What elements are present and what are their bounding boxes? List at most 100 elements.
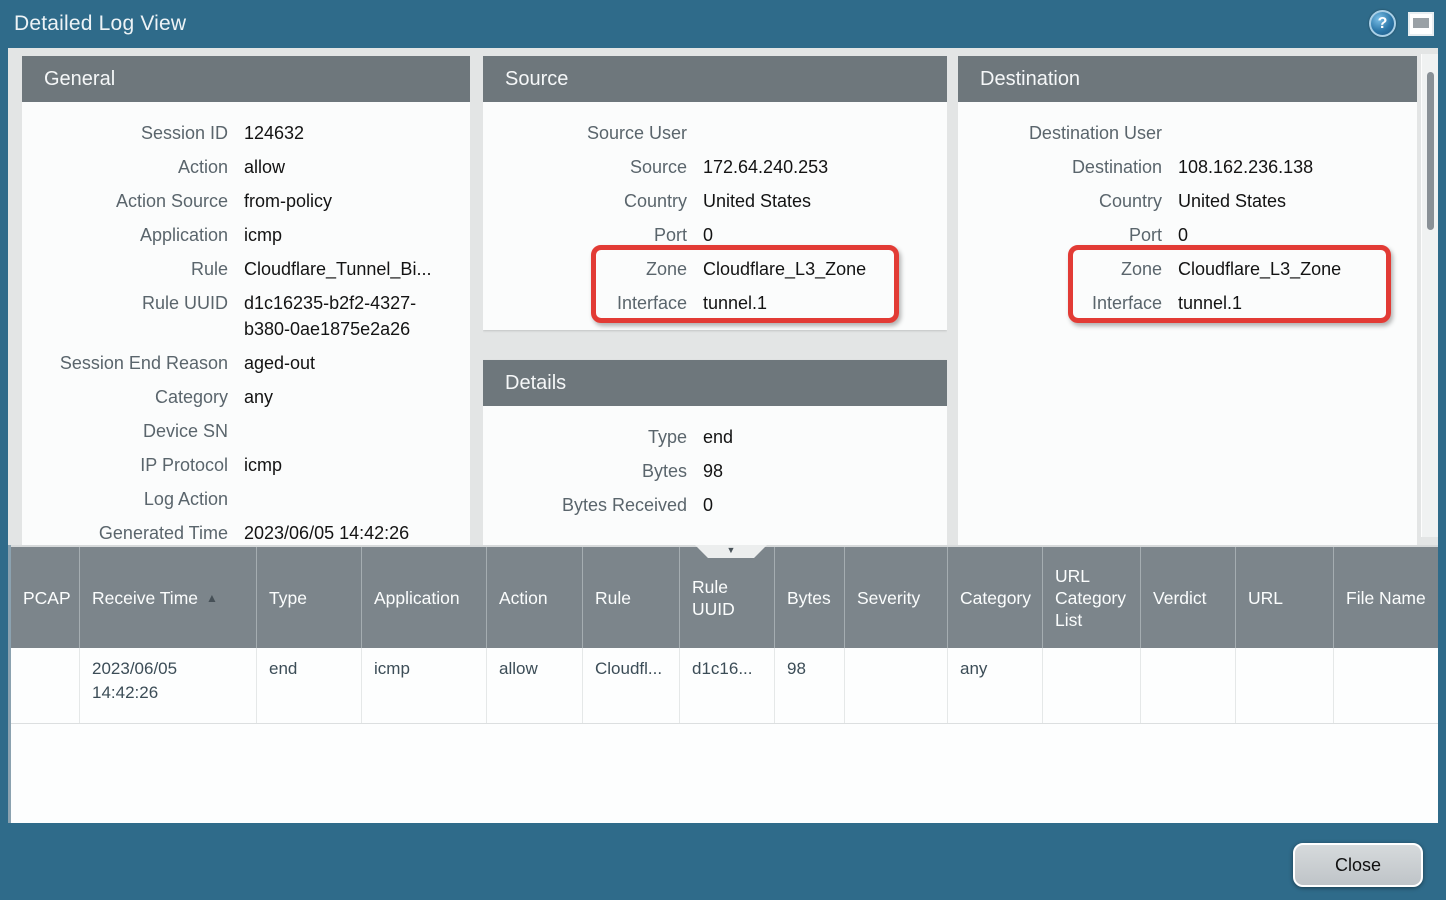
field-label: Country bbox=[958, 188, 1162, 214]
cell-action: allow bbox=[487, 648, 583, 723]
column-header-receive-time[interactable]: Receive Time▲ bbox=[80, 547, 257, 648]
field-value: United States bbox=[1178, 188, 1417, 214]
field-value bbox=[244, 418, 470, 444]
dialog-title: Detailed Log View bbox=[14, 12, 186, 36]
field-value: aged-out bbox=[244, 350, 470, 376]
field-label: Source User bbox=[483, 120, 687, 146]
field-value: Cloudflare_L3_Zone bbox=[703, 256, 947, 282]
column-label: Rule UUID bbox=[692, 576, 762, 620]
source-panel-header: Source bbox=[483, 56, 947, 102]
panels-scrollbar[interactable] bbox=[1421, 54, 1438, 537]
field-interface: Interfacetunnel.1 bbox=[483, 286, 947, 320]
field-device-sn: Device SN bbox=[22, 414, 470, 448]
column-header-verdict[interactable]: Verdict bbox=[1141, 547, 1236, 648]
column-header-action[interactable]: Action bbox=[487, 547, 583, 648]
field-zone: ZoneCloudflare_L3_Zone bbox=[958, 252, 1417, 286]
column-header-rule-uuid[interactable]: Rule UUID bbox=[680, 547, 775, 648]
field-value: end bbox=[703, 424, 947, 450]
cell-bytes: 98 bbox=[775, 648, 845, 723]
column-header-type[interactable]: Type bbox=[257, 547, 362, 648]
field-log-action: Log Action bbox=[22, 482, 470, 516]
field-session-end-reason: Session End Reason aged-out bbox=[22, 346, 470, 380]
field-interface: Interface tunnel.1 bbox=[958, 286, 1417, 320]
column-header-file-name[interactable]: File Name bbox=[1334, 547, 1438, 648]
dialog-content: General Session ID124632 Actionallow Act… bbox=[8, 48, 1438, 823]
field-value bbox=[1178, 120, 1417, 146]
panels-scrollbar-thumb[interactable] bbox=[1427, 72, 1434, 230]
column-label: URL bbox=[1248, 587, 1283, 609]
field-value: from-policy bbox=[244, 188, 470, 214]
column-header-application[interactable]: Application bbox=[362, 547, 487, 648]
column-header-category[interactable]: Category bbox=[948, 547, 1043, 648]
cell-pcap bbox=[11, 648, 80, 723]
field-label: Session End Reason bbox=[22, 350, 228, 376]
field-label: Zone bbox=[483, 256, 687, 282]
field-value: Cloudflare_L3_Zone bbox=[1178, 256, 1417, 282]
field-value: 0 bbox=[703, 222, 947, 248]
field-label: Generated Time bbox=[22, 520, 228, 545]
column-header-rule[interactable]: Rule bbox=[583, 547, 680, 648]
field-label: Session ID bbox=[22, 120, 228, 146]
field-bytes: Bytes98 bbox=[483, 454, 947, 488]
close-button[interactable]: Close bbox=[1293, 843, 1423, 887]
column-label: PCAP bbox=[23, 587, 71, 609]
column-label: Verdict bbox=[1153, 587, 1207, 609]
field-value: icmp bbox=[244, 222, 470, 248]
column-label: Bytes bbox=[787, 587, 831, 609]
field-value: 124632 bbox=[244, 120, 470, 146]
sort-ascending-icon: ▲ bbox=[206, 587, 218, 609]
column-header-url[interactable]: URL bbox=[1236, 547, 1334, 648]
field-bytes-received: Bytes Received0 bbox=[483, 488, 947, 522]
column-header-severity[interactable]: Severity bbox=[845, 547, 948, 648]
general-column: General Session ID124632 Actionallow Act… bbox=[22, 56, 470, 545]
cell-receive-time: 2023/06/05 14:42:26 bbox=[80, 648, 257, 723]
field-rule-uuid: Rule UUIDd1c16235-b2f2-4327-b380-0ae1875… bbox=[22, 286, 470, 346]
field-value: 0 bbox=[703, 492, 947, 518]
field-label: Interface bbox=[958, 290, 1162, 316]
field-value: allow bbox=[244, 154, 470, 180]
cell-rule-uuid: d1c16... bbox=[680, 648, 775, 723]
cell-rule: Cloudfl... bbox=[583, 648, 680, 723]
field-label: IP Protocol bbox=[22, 452, 228, 478]
splitter-collapse-icon: ▼ bbox=[727, 546, 736, 555]
details-panel-header: Details bbox=[483, 360, 947, 406]
field-action: Action allow bbox=[22, 150, 470, 184]
cell-severity bbox=[845, 648, 948, 723]
field-value: 2023/06/05 14:42:26 bbox=[244, 520, 470, 545]
field-label: Application bbox=[22, 222, 228, 248]
column-label: Application bbox=[374, 587, 460, 609]
field-label: Port bbox=[958, 222, 1162, 248]
field-value: any bbox=[244, 384, 470, 410]
field-generated-time: Generated Time 2023/06/05 14:42:26 bbox=[22, 516, 470, 545]
dialog-title-bar: Detailed Log View ? bbox=[0, 0, 1446, 48]
destination-zone-interface-group: ZoneCloudflare_L3_Zone Interface tunnel.1 bbox=[958, 252, 1417, 320]
field-label: Action Source bbox=[22, 188, 228, 214]
field-type: Typeend bbox=[483, 420, 947, 454]
log-table-header: PCAP Receive Time▲ Type Application Acti… bbox=[11, 545, 1438, 648]
general-panel: General Session ID124632 Actionallow Act… bbox=[22, 56, 470, 545]
column-header-bytes[interactable]: Bytes bbox=[775, 547, 845, 648]
field-label: Action bbox=[22, 154, 228, 180]
help-icon[interactable]: ? bbox=[1369, 10, 1396, 37]
cell-category: any bbox=[948, 648, 1043, 723]
source-panel: Source Source User Source172.64.240.253 … bbox=[483, 56, 947, 330]
cell-verdict bbox=[1141, 648, 1236, 723]
window-restore-icon[interactable] bbox=[1408, 12, 1434, 36]
field-value: icmp bbox=[244, 452, 470, 478]
field-value bbox=[244, 486, 470, 512]
column-header-pcap[interactable]: PCAP bbox=[11, 547, 80, 648]
field-label: Log Action bbox=[22, 486, 228, 512]
column-label: Type bbox=[269, 587, 307, 609]
log-detail-panels: General Session ID124632 Actionallow Act… bbox=[8, 48, 1438, 545]
field-action-source: Action Source from-policy bbox=[22, 184, 470, 218]
field-destination-user: Destination User bbox=[958, 116, 1417, 150]
field-value: tunnel.1 bbox=[1178, 290, 1417, 316]
column-label: File Name bbox=[1346, 587, 1426, 609]
log-table-row[interactable]: 2023/06/05 14:42:26 end icmp allow Cloud… bbox=[11, 648, 1438, 724]
log-entries-table: PCAP Receive Time▲ Type Application Acti… bbox=[8, 545, 1438, 823]
field-label: Interface bbox=[483, 290, 687, 316]
field-value: d1c16235-b2f2-4327-b380-0ae1875e2a26 bbox=[244, 290, 470, 342]
column-header-url-category-list[interactable]: URL Category List bbox=[1043, 547, 1141, 648]
cell-application: icmp bbox=[362, 648, 487, 723]
field-ip-protocol: IP Protocol icmp bbox=[22, 448, 470, 482]
